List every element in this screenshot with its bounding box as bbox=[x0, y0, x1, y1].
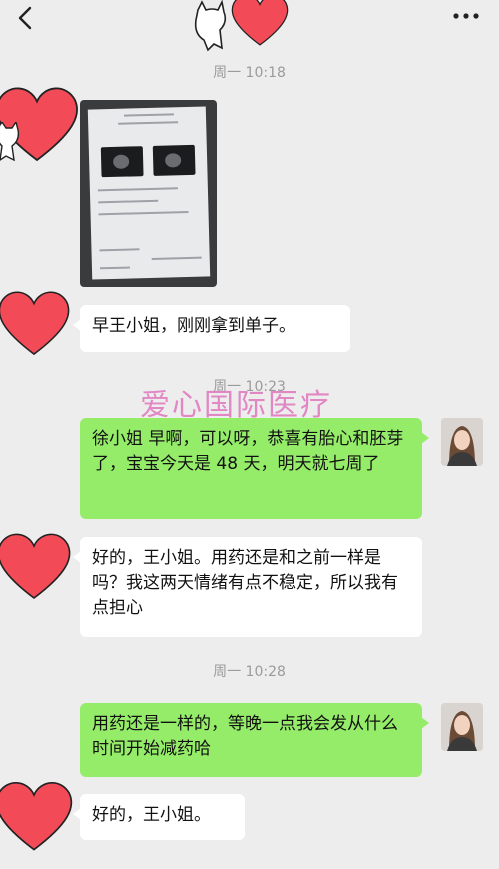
incoming-message[interactable]: 好的，王小姐。用药还是和之前一样是吗？我这两天情绪有点不稳定，所以我有点担心 bbox=[73, 537, 422, 637]
heart-sticker-icon bbox=[0, 291, 70, 356]
outgoing-message[interactable]: 徐小姐 早啊，可以呀，恭喜有胎心和胚芽了，宝宝今天是 48 天，明天就七周了 bbox=[80, 418, 429, 519]
back-chevron-icon[interactable] bbox=[14, 5, 36, 31]
timestamp: 周一 10:18 bbox=[213, 65, 286, 81]
avatar[interactable] bbox=[441, 418, 483, 466]
heart-sticker-icon bbox=[0, 781, 73, 851]
ultrasound-image bbox=[152, 144, 196, 176]
ultrasound-report-photo[interactable] bbox=[80, 100, 217, 287]
cat-sticker-icon bbox=[0, 122, 20, 162]
incoming-message[interactable]: 好的，王小姐。 bbox=[73, 794, 245, 840]
outgoing-message[interactable]: 用药还是一样的，等晚一点我会发从什么时间开始减药哈 bbox=[80, 703, 429, 777]
avatar[interactable] bbox=[441, 703, 483, 751]
avatar-portrait-icon bbox=[441, 703, 483, 751]
more-options-icon[interactable] bbox=[451, 6, 481, 26]
ultrasound-image bbox=[100, 146, 144, 178]
avatar-portrait-icon bbox=[441, 418, 483, 466]
incoming-message[interactable]: 早王小姐，刚刚拿到单子。 bbox=[73, 305, 350, 352]
timestamp: 周一 10:28 bbox=[213, 664, 286, 680]
report-paper bbox=[87, 106, 211, 280]
heart-sticker-icon bbox=[0, 533, 71, 600]
cat-sticker-icon bbox=[194, 0, 227, 52]
